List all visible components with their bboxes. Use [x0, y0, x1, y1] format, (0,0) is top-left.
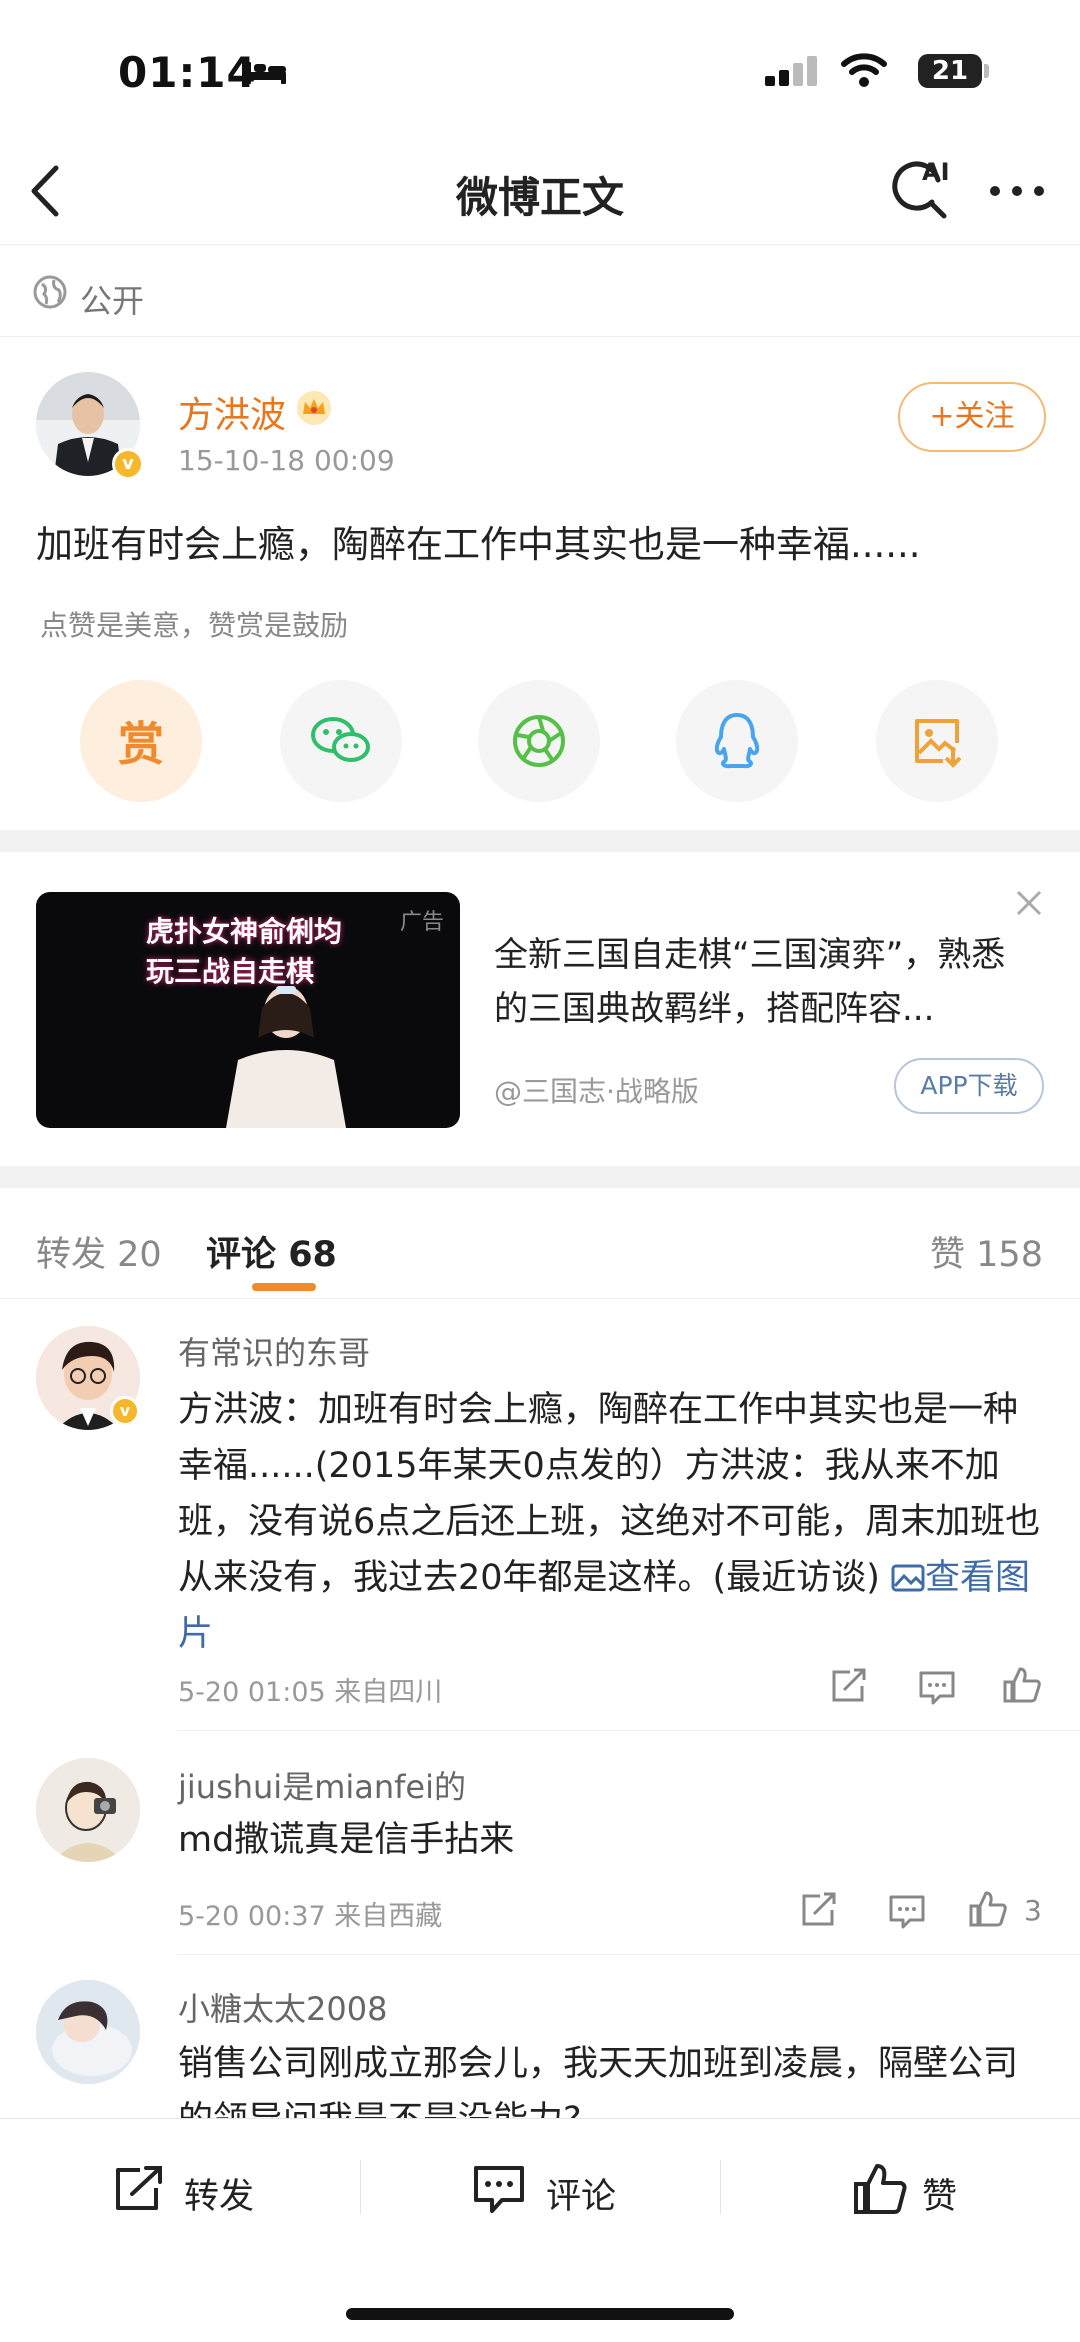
ad-presenter-figure: [226, 986, 346, 1128]
wechat-icon: [311, 717, 370, 762]
bottom-separator: [720, 2160, 721, 2214]
cell-signal-icon: [765, 56, 825, 86]
tab-comments-label: 评论: [206, 1235, 277, 1275]
close-ad-icon[interactable]: [1014, 888, 1044, 918]
comment-divider: [178, 1730, 1080, 1731]
section-separator: [0, 830, 1080, 852]
app-download-button[interactable]: APP下载: [894, 1058, 1044, 1114]
comment-like-count: 3: [1024, 1894, 1042, 1927]
comment-avatar[interactable]: [36, 1980, 140, 2084]
save-image-button[interactable]: [876, 680, 998, 802]
comment-verified-badge: v: [110, 1396, 140, 1426]
tab-reposts-count: 20: [117, 1235, 162, 1275]
image-icon: [891, 1564, 925, 1592]
comment-avatar[interactable]: [36, 1758, 140, 1862]
comment-author[interactable]: jiushui是mianfei的: [178, 1762, 466, 1808]
battery-nub: [984, 64, 989, 78]
comment-author[interactable]: 小糖太太2008: [178, 1984, 387, 2030]
reply-icon[interactable]: [918, 1670, 956, 1706]
bottom-separator: [360, 2160, 361, 2214]
nav-divider: [0, 244, 1080, 245]
share-qq-button[interactable]: [676, 680, 798, 802]
comment-icon: [474, 2166, 524, 2213]
crown-badge-icon: [297, 391, 331, 425]
share-moments-button[interactable]: [478, 680, 600, 802]
comment-text: 方洪波：加班有时会上瘾，陶醉在工作中其实也是一种幸福......(2015年某天…: [178, 1382, 1048, 1662]
reward-label: 赏: [118, 717, 164, 771]
tab-reposts-label: 转发: [36, 1235, 107, 1275]
tab-active-indicator: [252, 1283, 316, 1291]
sleep-focus-icon: [246, 62, 286, 84]
ad-image[interactable]: 虎扑女神俞俐均 玩三战自走棋 广告: [36, 892, 460, 1128]
ai-search-button[interactable]: AI: [886, 156, 962, 224]
like-comment-icon[interactable]: [968, 1890, 1008, 1928]
verified-badge: v: [112, 448, 144, 480]
reward-hint: 点赞是美意，赞赏是鼓励: [40, 609, 349, 642]
bottom-repost-button[interactable]: 转发: [112, 2162, 282, 2218]
qq-icon: [714, 713, 760, 769]
bottom-like-label: 赞: [922, 2177, 958, 2217]
battery-indicator: 21: [918, 54, 982, 88]
bottom-comment-button[interactable]: 评论: [472, 2162, 642, 2218]
share-wechat-button[interactable]: [280, 680, 402, 802]
bottom-repost-label: 转发: [184, 2177, 255, 2217]
post-body: 加班有时会上瘾，陶醉在工作中其实也是一种幸福......: [36, 523, 921, 566]
like-icon: [854, 2164, 907, 2214]
follow-button[interactable]: +关注: [898, 382, 1046, 452]
ad-description[interactable]: 全新三国自走棋“三国演弈”，熟悉的三国典故羁绊，搭配阵容...: [494, 928, 1034, 1036]
globe-icon: [33, 275, 67, 309]
moments-icon: [513, 715, 565, 767]
home-indicator[interactable]: [346, 2308, 734, 2320]
ad-image-line1: 虎扑女神俞俐均: [146, 915, 343, 948]
repost-comment-icon[interactable]: [800, 1892, 838, 1928]
visibility-divider: [0, 336, 1080, 337]
ad-badge: 广告: [399, 910, 444, 935]
author-name[interactable]: 方洪波: [178, 386, 286, 438]
ai-label: AI: [922, 158, 950, 186]
tab-likes[interactable]: 赞 158: [930, 1226, 1043, 1277]
tab-comments-count: 68: [288, 1235, 337, 1275]
ad-source[interactable]: @三国志·战略版: [494, 1070, 699, 1110]
bottom-comment-label: 评论: [546, 2177, 617, 2217]
comment-author[interactable]: 有常识的东哥: [178, 1328, 370, 1374]
comment-meta: 5-20 01:05 来自四川: [178, 1677, 443, 1708]
visibility-label: 公开: [80, 282, 145, 320]
bottom-like-button[interactable]: 赞: [852, 2160, 992, 2218]
section-separator-2: [0, 1166, 1080, 1188]
tabs-divider: [0, 1298, 1080, 1299]
reward-button[interactable]: 赏: [80, 680, 202, 802]
comment-meta: 5-20 00:37 来自西藏: [178, 1901, 443, 1932]
repost-comment-icon[interactable]: [830, 1668, 868, 1704]
status-time: 01:14: [118, 48, 257, 97]
reply-icon[interactable]: [888, 1894, 926, 1930]
tab-comments[interactable]: 评论 68: [206, 1226, 337, 1277]
more-options-icon[interactable]: [990, 186, 1046, 198]
tab-likes-label: 赞: [930, 1235, 966, 1275]
post-timestamp: 15-10-18 00:09: [178, 444, 395, 477]
tab-likes-count: 158: [976, 1235, 1043, 1275]
comment-divider: [178, 1954, 1080, 1955]
comment-text: md撒谎真是信手拈来: [178, 1820, 515, 1860]
wifi-icon: [841, 53, 887, 87]
like-comment-icon[interactable]: [1002, 1666, 1042, 1704]
save-image-icon: [915, 719, 962, 768]
tab-reposts[interactable]: 转发 20: [36, 1226, 162, 1277]
repost-icon: [116, 2166, 162, 2210]
